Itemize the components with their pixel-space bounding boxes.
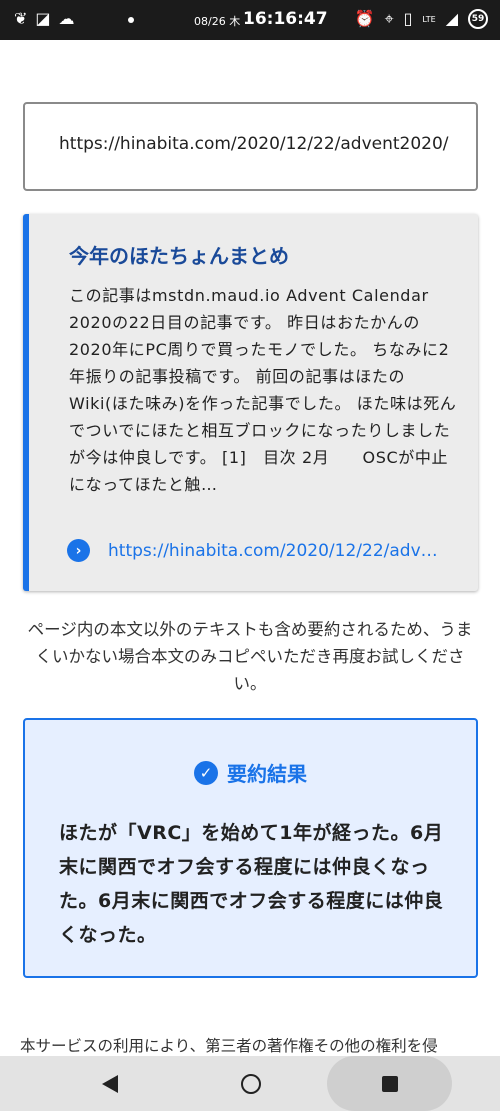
result-header: ✓ 要約結果: [25, 758, 476, 787]
summary-result-box: ✓ 要約結果 ほたが「VRC」を始めて1年が経った。6月末に関西でオフ会する程度…: [23, 718, 478, 978]
alarm-icon: ⏰: [354, 9, 375, 28]
result-title: 要約結果: [227, 762, 307, 786]
status-date: 08/26 木: [194, 15, 241, 28]
summary-text: ほたが「VRC」を始めて1年が経った。6月末に関西でオフ会する程度には仲良くなっ…: [59, 822, 444, 946]
url-input[interactable]: https://hinabita.com/2020/12/22/advent20…: [23, 102, 478, 191]
status-bar: ❦ ◪ ☁ 08/26 木 16:16:47 ⏰ ⌖ ▯ LTE ◢ 59: [0, 0, 500, 40]
chevron-right-icon[interactable]: ›: [67, 539, 90, 562]
article-preview-card: 今年のほたちょんまとめ この記事はmstdn.maud.io Advent Ca…: [23, 214, 478, 591]
article-link-text[interactable]: https://hinabita.com/2020/12/22/advent20…: [108, 541, 438, 561]
notice-text: ページ内の本文以外のテキストも含め要約されるため、うまくいかない場合本文のみコピ…: [27, 620, 473, 693]
check-circle-icon: ✓: [194, 760, 218, 785]
notification-icons: ❦ ◪ ☁: [14, 9, 75, 29]
system-icons: ⏰ ⌖ ▯ LTE ◢ 59: [355, 9, 488, 29]
network-type: LTE: [422, 14, 436, 24]
home-circle-icon[interactable]: [241, 1073, 261, 1094]
vibrate-icon: ▯: [403, 9, 413, 28]
article-title: 今年のほたちょんまとめ: [69, 244, 289, 268]
cloud-icon: ☁: [58, 9, 75, 28]
footer-disclaimer: 本サービスの利用により、第三者の著作権その他の権利を侵: [20, 1037, 438, 1055]
location-icon: ⌖: [384, 9, 394, 28]
app-notification-icon-2: ◪: [35, 9, 51, 28]
recent-apps-icon[interactable]: [381, 1075, 398, 1092]
home-button[interactable]: [226, 1056, 276, 1111]
recent-apps-button[interactable]: [327, 1056, 452, 1111]
url-input-value[interactable]: https://hinabita.com/2020/12/22/advent20…: [59, 132, 459, 157]
status-time: 16:16:47: [243, 9, 328, 29]
article-excerpt: この記事はmstdn.maud.io Advent Calendar 2020の…: [69, 286, 457, 494]
back-button[interactable]: [85, 1056, 135, 1111]
signal-icon: ◢: [445, 9, 458, 28]
article-link[interactable]: › https://hinabita.com/2020/12/22/advent…: [67, 539, 438, 562]
battery-icon: 59: [468, 9, 488, 29]
notification-dot-icon: [128, 17, 134, 23]
back-triangle-icon[interactable]: [102, 1074, 118, 1093]
app-notification-icon: ❦: [14, 9, 28, 28]
navigation-bar: [0, 1056, 500, 1111]
